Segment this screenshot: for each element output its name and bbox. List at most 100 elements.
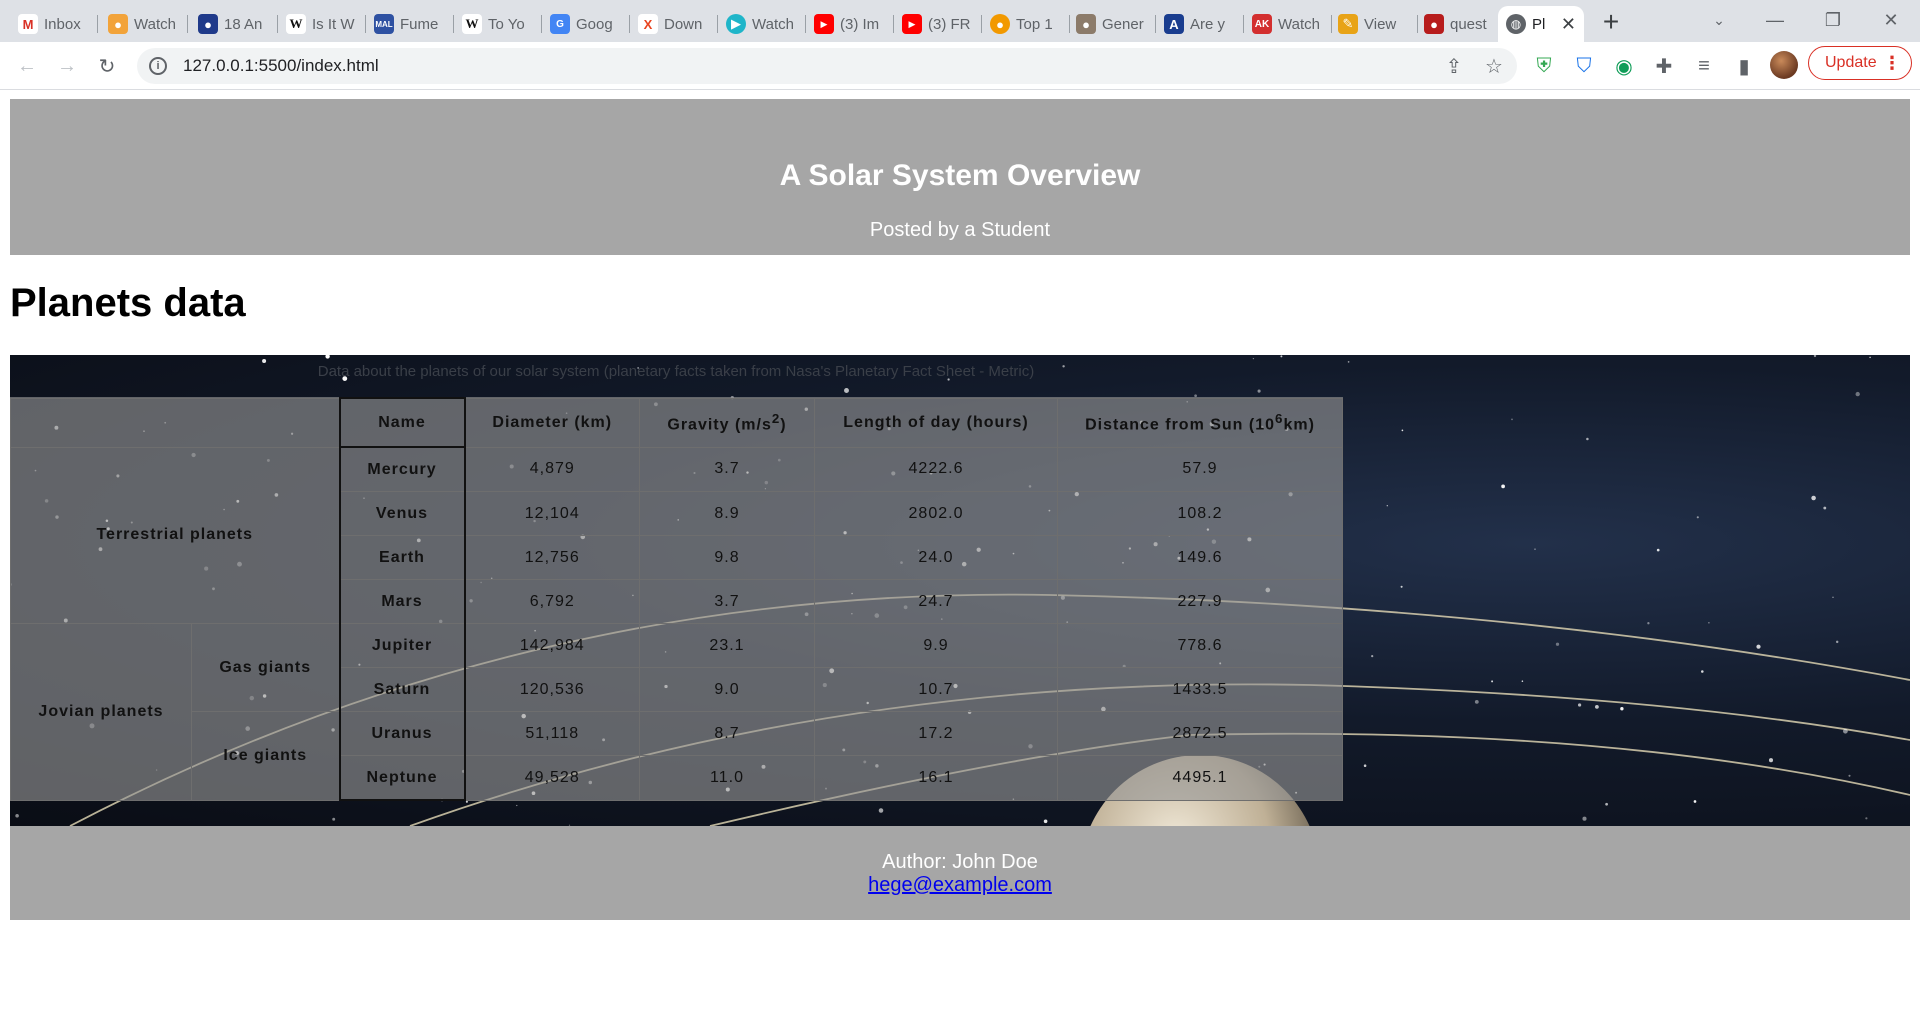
app-icon: ●: [198, 14, 218, 34]
wikipedia-icon: W: [286, 14, 306, 34]
cell-diameter: 142,984: [464, 623, 640, 668]
star: [1371, 654, 1374, 658]
cell-day: 4222.6: [814, 446, 1058, 492]
address-bar[interactable]: i 127.0.0.1:5500/index.html: [137, 48, 1517, 84]
tab-title: quest: [1450, 15, 1487, 33]
space-background: Data about the planets of our solar syst…: [10, 355, 1910, 826]
menu-kebab-icon: ⋮: [1883, 52, 1901, 73]
group-jovian: Jovian planets: [10, 623, 192, 801]
reload-icon[interactable]: ↻: [91, 50, 123, 82]
tab-are[interactable]: A Are y: [1156, 6, 1244, 42]
side-panel-icon[interactable]: ▮: [1728, 50, 1760, 82]
gravity-label: Gravity (m/s: [667, 416, 772, 434]
star: [332, 817, 336, 821]
tab-google[interactable]: G Goog: [542, 6, 630, 42]
cell-distance: 108.2: [1057, 491, 1343, 536]
star: [1811, 495, 1816, 501]
tab-title: Is It W: [312, 15, 355, 33]
url-text[interactable]: 127.0.0.1:5500/index.html: [183, 56, 379, 76]
profile-avatar[interactable]: [1770, 51, 1798, 79]
star: [1252, 357, 1255, 360]
vpn-extension-icon[interactable]: ⛉: [1568, 50, 1600, 82]
table-row: Jovian planets Gas giants Jupiter 142,98…: [10, 623, 1343, 801]
cell-gravity: 3.7: [639, 579, 815, 624]
globe-extension-icon[interactable]: ◉: [1608, 50, 1640, 82]
planets-table: Name Diameter (km) Gravity (m/s2) Length…: [10, 397, 1343, 801]
bookmark-star-icon[interactable]: ☆: [1478, 50, 1510, 82]
star: [1043, 819, 1048, 824]
tab-title: Watch: [1278, 15, 1320, 33]
tab-18[interactable]: ● 18 An: [190, 6, 278, 42]
tab-wiki-2[interactable]: W To Yo: [454, 6, 542, 42]
star: [1474, 699, 1479, 704]
cell-distance: 2872.5: [1057, 711, 1343, 756]
tab-youtube-2[interactable]: ▶ (3) FR: [894, 6, 982, 42]
star: [1534, 548, 1536, 550]
star: [1696, 516, 1699, 519]
youtube-icon: ▶: [902, 14, 922, 34]
star: [1813, 355, 1817, 358]
tab-mal[interactable]: MAL Fume: [366, 6, 454, 42]
restore-icon[interactable]: ❐: [1806, 0, 1860, 40]
site-info-icon[interactable]: i: [149, 57, 167, 75]
star: [844, 388, 849, 393]
star: [1363, 764, 1367, 767]
cell-day: 24.0: [814, 535, 1058, 580]
tab-title: Watch: [752, 15, 794, 33]
shield-extension-icon[interactable]: ⛨: [1528, 50, 1560, 82]
tab-search-icon[interactable]: ⌄: [1692, 0, 1746, 40]
tab-view[interactable]: ✎ View: [1330, 6, 1418, 42]
cell-gravity: 8.9: [639, 491, 815, 536]
planet-name: Mars: [338, 579, 466, 624]
tab-planets-active[interactable]: ◍ Pl ✕: [1498, 6, 1584, 42]
star: [1620, 707, 1624, 711]
tab-quest[interactable]: ● quest: [1416, 6, 1504, 42]
new-tab-button[interactable]: +: [1596, 8, 1626, 38]
share-icon[interactable]: ⇪: [1438, 50, 1470, 82]
extensions-puzzle-icon[interactable]: ✚: [1648, 50, 1680, 82]
google-translate-icon: G: [550, 14, 570, 34]
forward-icon[interactable]: →: [51, 50, 83, 82]
tab-youtube-1[interactable]: ▶ (3) Im: [806, 6, 894, 42]
youtube-icon: ▶: [814, 14, 834, 34]
tab-watch-1[interactable]: ● Watch: [100, 6, 188, 42]
minimize-icon[interactable]: —: [1748, 0, 1802, 40]
app-icon: ●: [990, 14, 1010, 34]
close-tab-icon[interactable]: ✕: [1561, 15, 1576, 33]
tab-watch-2[interactable]: ▶ Watch: [718, 6, 806, 42]
star: [1848, 774, 1851, 777]
cell-day: 24.7: [814, 579, 1058, 624]
tab-down[interactable]: X Down: [630, 6, 718, 42]
header-corner: [10, 397, 340, 448]
gravity-suffix: ): [780, 416, 787, 434]
star: [1647, 622, 1650, 625]
update-label: Update: [1825, 54, 1877, 71]
app-icon: ●: [1076, 14, 1096, 34]
star: [1511, 418, 1513, 421]
section-heading: Planets data: [10, 281, 246, 325]
tab-gener[interactable]: ● Gener: [1068, 6, 1156, 42]
star: [1656, 548, 1660, 552]
star: [1835, 640, 1839, 644]
tab-top[interactable]: ● Top 1: [982, 6, 1070, 42]
planet-name: Jupiter: [338, 623, 466, 668]
close-window-icon[interactable]: ✕: [1864, 0, 1918, 40]
tab-title: Top 1: [1016, 15, 1053, 33]
star: [1595, 705, 1599, 709]
update-button[interactable]: Update ⋮: [1808, 46, 1912, 80]
tab-title: Gener: [1102, 15, 1144, 33]
back-icon[interactable]: ←: [11, 50, 43, 82]
media-queue-icon[interactable]: ≡: [1688, 50, 1720, 82]
cell-diameter: 49,528: [464, 755, 640, 801]
tab-watch-3[interactable]: AK Watch: [1244, 6, 1332, 42]
cell-diameter: 12,756: [464, 535, 640, 580]
cell-day: 9.9: [814, 623, 1058, 668]
site-header: A Solar System Overview Posted by a Stud…: [10, 99, 1910, 255]
app-icon: ●: [108, 14, 128, 34]
tab-inbox[interactable]: M Inbox: [10, 6, 98, 42]
star: [1400, 585, 1403, 588]
author-email-link[interactable]: hege@example.com: [10, 874, 1910, 897]
star: [1855, 391, 1860, 397]
tab-wiki-1[interactable]: W Is It W: [278, 6, 366, 42]
author-text: Author: John Doe: [882, 851, 1038, 873]
